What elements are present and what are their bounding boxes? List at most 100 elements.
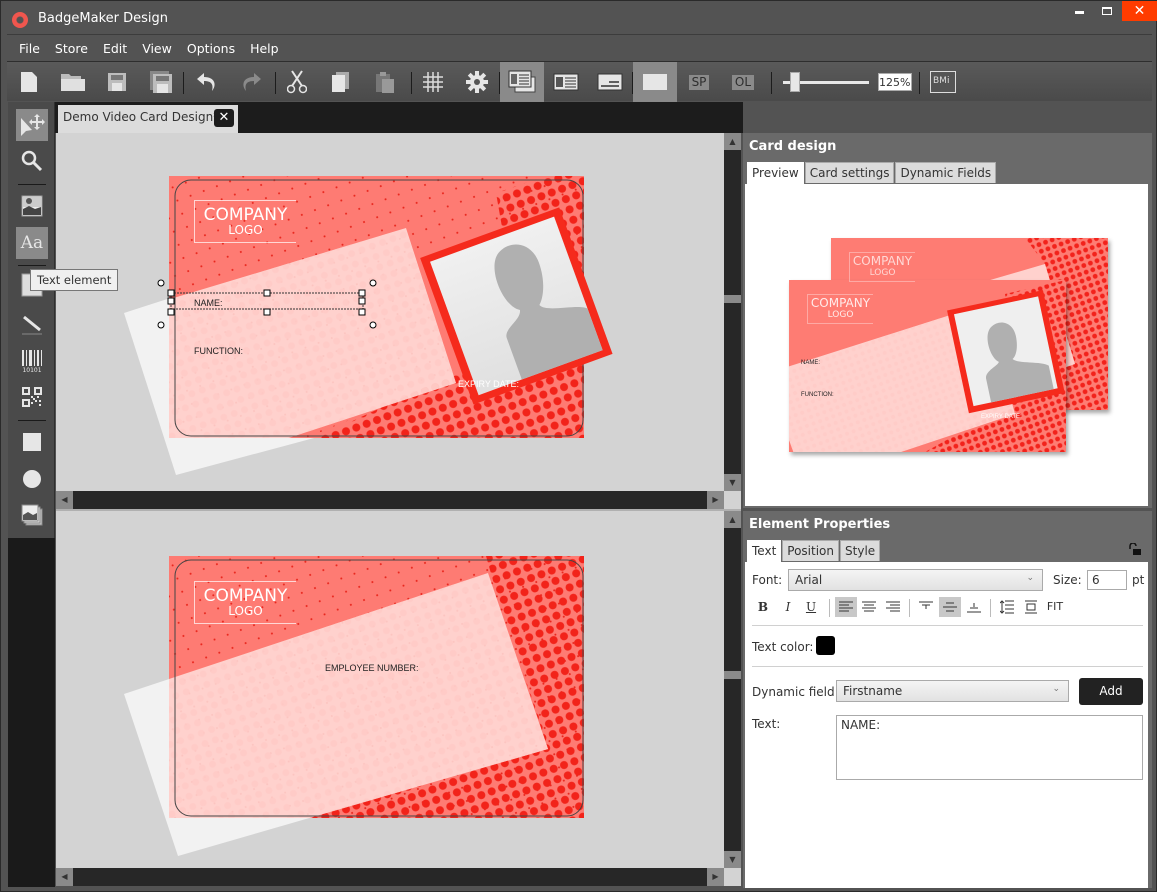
valign-middle-button[interactable]	[939, 597, 961, 617]
tab-position[interactable]: Position	[782, 540, 840, 561]
unlock-icon[interactable]	[1128, 543, 1142, 555]
zoom-slider-thumb[interactable]	[790, 72, 800, 92]
format-separator	[990, 599, 991, 617]
front-canvas-horizontal-scrollbar[interactable]: ◀ ▶	[56, 491, 724, 509]
employee-number-text-element[interactable]: EMPLOYEE NUMBER:	[325, 663, 419, 673]
italic-button[interactable]: I	[777, 597, 799, 617]
text-color-label: Text color:	[752, 640, 814, 654]
close-button[interactable]: ✕	[1122, 1, 1157, 21]
minimize-button[interactable]	[1064, 1, 1094, 21]
scroll-down-icon[interactable]: ▼	[724, 851, 741, 868]
scroll-thumb[interactable]	[724, 671, 741, 679]
size-input[interactable]: 6	[1087, 570, 1127, 590]
undo-button[interactable]	[185, 62, 229, 102]
scroll-left-icon[interactable]: ◀	[56, 491, 73, 509]
font-label: Font:	[752, 573, 783, 587]
multi-image-element-tool[interactable]	[16, 499, 48, 531]
text-input[interactable]: NAME:	[836, 715, 1143, 780]
preview-function-label: FUNCTION:	[801, 392, 834, 398]
menu-options[interactable]: Options	[187, 41, 235, 56]
copy-button[interactable]	[319, 62, 363, 102]
zoom-value-field[interactable]: 125%	[878, 73, 912, 91]
menu-view[interactable]: View	[142, 41, 172, 56]
menu-file[interactable]: File	[19, 41, 40, 56]
dynamic-field-select[interactable]: Firstname ⌄	[836, 680, 1069, 702]
bold-button[interactable]: B	[752, 597, 774, 617]
menu-help[interactable]: Help	[250, 41, 279, 56]
menu-store[interactable]: Store	[55, 41, 88, 56]
document-tab[interactable]: Demo Video Card Design* ✕	[58, 105, 238, 133]
back-canvas-horizontal-scrollbar[interactable]: ◀ ▶	[56, 868, 724, 886]
preview-name-label: NAME:	[801, 360, 821, 366]
ellipse-element-tool[interactable]	[16, 463, 48, 495]
size-label: Size:	[1053, 573, 1082, 587]
name-text-element[interactable]: NAME:	[194, 298, 223, 308]
text-color-swatch[interactable]	[816, 636, 835, 655]
function-text-element[interactable]: FUNCTION:	[194, 346, 243, 356]
align-left-button[interactable]	[835, 597, 857, 617]
image-element-tool[interactable]	[16, 190, 48, 222]
back-view-button[interactable]	[588, 62, 632, 102]
cut-button[interactable]	[275, 62, 319, 102]
maximize-icon	[1102, 7, 1112, 15]
line-element-tool[interactable]	[16, 309, 48, 341]
redo-button[interactable]	[229, 62, 273, 102]
tab-preview[interactable]: Preview	[747, 162, 804, 184]
ol-label: OL	[731, 74, 755, 90]
save-button[interactable]	[95, 62, 139, 102]
back-card-canvas[interactable]: COMPANY LOGO EMPLOYEE NUMBER:	[56, 511, 724, 868]
line-spacing-button[interactable]	[996, 597, 1018, 617]
back-canvas-vertical-scrollbar[interactable]: ▲ ▼	[724, 511, 741, 868]
close-tab-icon[interactable]: ✕	[214, 109, 234, 127]
card-icon	[643, 74, 667, 90]
fit-button[interactable]: FIT	[1044, 597, 1066, 617]
qr-code-element-tool[interactable]	[16, 381, 48, 413]
scroll-up-icon[interactable]: ▲	[724, 133, 741, 150]
zoom-tool[interactable]	[16, 145, 48, 177]
front-view-button[interactable]	[544, 62, 588, 102]
expiry-date-text-element[interactable]: EXPIRY DATE:	[458, 379, 519, 389]
grid-button[interactable]	[411, 62, 455, 102]
front-back-view-button[interactable]	[500, 62, 544, 102]
magnifier-icon	[21, 150, 43, 172]
scroll-up-icon[interactable]: ▲	[724, 511, 741, 528]
font-select[interactable]: Arial ⌄	[788, 569, 1043, 591]
tab-dynamic-fields[interactable]: Dynamic Fields	[895, 162, 997, 183]
align-right-button[interactable]	[882, 597, 904, 617]
new-button[interactable]	[7, 62, 51, 102]
open-button[interactable]	[51, 62, 95, 102]
valign-top-button[interactable]	[915, 597, 937, 617]
document-tab-title: Demo Video Card Design*	[63, 110, 220, 124]
ol-button[interactable]: OL	[721, 62, 765, 102]
text-element-tool[interactable]: Aa	[16, 227, 48, 259]
select-tool[interactable]	[16, 109, 48, 141]
tab-card-settings[interactable]: Card settings	[804, 162, 895, 183]
settings-button[interactable]	[455, 62, 499, 102]
scroll-right-icon[interactable]: ▶	[707, 868, 724, 886]
menu-edit[interactable]: Edit	[103, 41, 127, 56]
autofit-height-button[interactable]	[1020, 597, 1042, 617]
bmi-button[interactable]: BMi	[921, 62, 965, 102]
barcode-element-tool[interactable]: 10101	[16, 345, 48, 377]
tab-style[interactable]: Style	[840, 540, 881, 561]
maximize-button[interactable]	[1092, 1, 1122, 21]
underline-button[interactable]: U	[800, 597, 822, 617]
front-canvas-vertical-scrollbar[interactable]: ▲ ▼	[724, 133, 741, 491]
add-button[interactable]: Add	[1079, 678, 1143, 705]
align-center-button[interactable]	[858, 597, 880, 617]
logo-line1: COMPANY	[203, 586, 288, 606]
scroll-thumb[interactable]	[724, 295, 741, 303]
paste-button[interactable]	[363, 62, 407, 102]
save-as-button[interactable]	[139, 62, 183, 102]
sp-button[interactable]: SP	[677, 62, 721, 102]
scroll-down-icon[interactable]: ▼	[724, 474, 741, 491]
tab-text[interactable]: Text	[747, 540, 782, 562]
single-card-button[interactable]	[633, 62, 677, 102]
front-card-canvas[interactable]: COMPANY LOGO NAME: FUNCTION: EXPIRY DATE…	[56, 133, 724, 491]
scroll-right-icon[interactable]: ▶	[707, 491, 724, 509]
rectangle-element-tool[interactable]	[16, 426, 48, 458]
valign-bottom-button[interactable]	[963, 597, 985, 617]
scroll-left-icon[interactable]: ◀	[56, 868, 73, 886]
line-spacing-icon	[999, 600, 1014, 614]
element-properties-title: Element Properties	[749, 517, 891, 532]
